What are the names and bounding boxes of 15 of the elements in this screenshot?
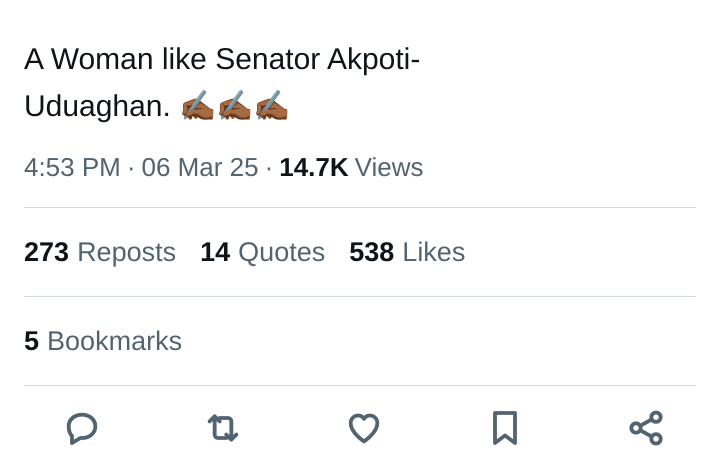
- post-date: 06 Mar 25: [142, 152, 259, 183]
- tweet-text: A Woman like Senator Akpoti-Uduaghan. ✍🏾✍🏾✍🏾: [24, 42, 422, 125]
- bookmarks-count: 5: [24, 326, 40, 356]
- stat-count: 538: [349, 236, 394, 268]
- stat-label[interactable]: Likes: [402, 236, 466, 268]
- views-count: 14.7K: [279, 152, 349, 183]
- separator: ·: [126, 152, 136, 183]
- views-label: Views: [354, 152, 424, 183]
- separator: ·: [264, 152, 274, 183]
- post-time: 4:53 PM: [24, 152, 121, 183]
- stat-label[interactable]: Quotes: [238, 236, 326, 268]
- stat-label[interactable]: Reposts: [77, 236, 176, 268]
- stat-count: 273: [24, 236, 70, 268]
- bookmarks-label[interactable]: Bookmarks: [47, 326, 182, 356]
- stat-count: 14: [200, 236, 230, 268]
